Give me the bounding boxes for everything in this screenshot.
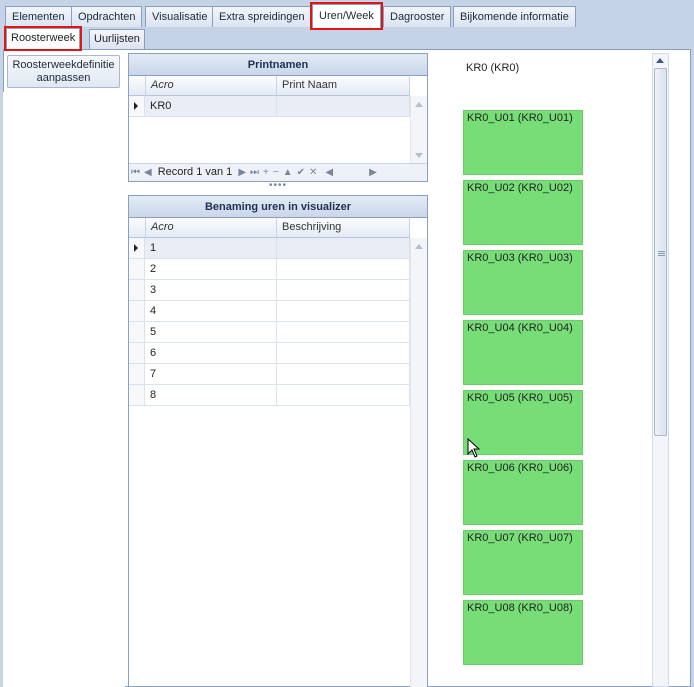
row-indicator	[129, 280, 145, 300]
edit-record-icon[interactable]: ▲	[281, 164, 295, 181]
hour-block-u04[interactable]: KR0_U04 (KR0_U04)	[463, 320, 583, 385]
cell-beschrijving[interactable]	[277, 259, 410, 279]
first-record-icon[interactable]: ⏮	[129, 164, 142, 181]
table-row[interactable]: 1	[129, 238, 410, 259]
table-row[interactable]: 8	[129, 385, 410, 406]
row-indicator	[129, 96, 145, 116]
tab-opdrachten[interactable]: Opdrachten	[71, 6, 143, 27]
column-header-beschrijving[interactable]: Beschrijving	[277, 218, 410, 238]
tab-uren-week[interactable]: Uren/Week	[310, 2, 383, 30]
left-panel	[3, 92, 125, 687]
cell-beschrijving[interactable]	[277, 301, 410, 321]
grip-icon	[658, 251, 665, 252]
hour-block-u01[interactable]: KR0_U01 (KR0_U01)	[463, 110, 583, 175]
hscroll-right-icon[interactable]: ▶	[335, 164, 379, 181]
next-record-icon[interactable]: ▶	[236, 164, 248, 181]
row-indicator	[129, 238, 145, 258]
column-header-acro[interactable]: Acro	[146, 76, 277, 96]
roosterweekdefinitie-aanpassen-button[interactable]: Roosterweekdefinitie aanpassen	[7, 55, 120, 88]
cell-beschrijving[interactable]	[277, 364, 410, 384]
current-row-arrow-icon	[134, 244, 138, 252]
table-row[interactable]: 4	[129, 301, 410, 322]
row-indicator	[129, 364, 145, 384]
hour-block-u03[interactable]: KR0_U03 (KR0_U03)	[463, 250, 583, 315]
scroll-down-icon[interactable]	[415, 153, 423, 158]
row-indicator	[129, 385, 145, 405]
benaming-vscrollbar[interactable]	[410, 238, 427, 687]
scroll-up-icon[interactable]	[415, 244, 423, 249]
cell-acro[interactable]: 1	[145, 238, 277, 258]
table-row[interactable]: 6	[129, 343, 410, 364]
table-row[interactable]: 3	[129, 280, 410, 301]
scroll-up-icon[interactable]	[656, 58, 664, 63]
button-label-line2: aanpassen	[36, 72, 91, 84]
scroll-up-icon[interactable]	[415, 102, 423, 107]
cell-acro[interactable]: 4	[145, 301, 277, 321]
record-position-text: Record 1 van 1	[157, 166, 233, 178]
subtab-roosterweek[interactable]: Roosterweek	[3, 26, 83, 51]
hour-block-u06[interactable]: KR0_U06 (KR0_U06)	[463, 460, 583, 525]
hour-block-u08[interactable]: KR0_U08 (KR0_U08)	[463, 600, 583, 665]
tab-elementen[interactable]: Elementen	[5, 6, 72, 27]
printnamen-grid: Printnamen Acro Print Naam KR0 ⏮ ◀ Record …	[128, 53, 428, 182]
save-record-icon[interactable]: ✔	[295, 164, 307, 181]
scrollbar-thumb[interactable]	[654, 68, 667, 436]
row-indicator-header	[129, 76, 146, 96]
row-indicator	[129, 301, 145, 321]
cell-beschrijving[interactable]	[277, 385, 410, 405]
tab-extra-spreidingen[interactable]: Extra spreidingen	[212, 6, 312, 27]
button-label-line1: Roosterweekdefinitie	[12, 59, 115, 71]
current-row-arrow-icon	[134, 102, 138, 110]
cancel-record-icon[interactable]: ✕	[307, 164, 319, 181]
tab-visualisatie[interactable]: Visualisatie	[145, 6, 215, 27]
splitter-grip[interactable]: ••••	[269, 180, 287, 191]
cell-acro[interactable]: 5	[145, 322, 277, 342]
cell-beschrijving[interactable]	[277, 280, 410, 300]
hour-block-u07[interactable]: KR0_U07 (KR0_U07)	[463, 530, 583, 595]
prev-record-icon[interactable]: ◀	[142, 164, 154, 181]
printnamen-title: Printnamen	[129, 54, 427, 76]
cell-acro[interactable]: 3	[145, 280, 277, 300]
tab-bijkomende-informatie[interactable]: Bijkomende informatie	[453, 6, 576, 27]
row-indicator	[129, 322, 145, 342]
cell-acro[interactable]: 6	[145, 343, 277, 363]
row-indicator-header	[129, 218, 146, 238]
cell-beschrijving[interactable]	[277, 322, 410, 342]
column-header-acro[interactable]: Acro	[146, 218, 277, 238]
cell-beschrijving[interactable]	[277, 238, 410, 258]
cell-acro[interactable]: 2	[145, 259, 277, 279]
cell-print-naam[interactable]	[277, 96, 410, 116]
table-row[interactable]: KR0	[129, 96, 410, 117]
last-record-icon[interactable]: ⏭	[248, 164, 261, 181]
record-navigator: ⏮ ◀ Record 1 van 1 ▶ ⏭ + − ▲ ✔ ✕ ◀ ▶	[129, 163, 427, 181]
visualizer-title: KR0 (KR0)	[466, 62, 520, 74]
cell-acro[interactable]: KR0	[145, 96, 277, 116]
table-row[interactable]: 2	[129, 259, 410, 280]
cell-acro[interactable]: 7	[145, 364, 277, 384]
benaming-grid: Benaming uren in visualizer Acro Beschri…	[128, 195, 428, 687]
delete-record-icon[interactable]: −	[271, 164, 281, 181]
hour-block-u02[interactable]: KR0_U02 (KR0_U02)	[463, 180, 583, 245]
hour-block-u05[interactable]: KR0_U05 (KR0_U05)	[463, 390, 583, 455]
printnamen-vscrollbar[interactable]	[410, 96, 427, 164]
mouse-cursor-icon	[467, 438, 481, 458]
visualizer-vscrollbar[interactable]	[652, 53, 669, 687]
benaming-title: Benaming uren in visualizer	[129, 196, 427, 218]
table-row[interactable]: 7	[129, 364, 410, 385]
column-header-print-naam[interactable]: Print Naam	[277, 76, 410, 96]
add-record-icon[interactable]: +	[261, 164, 271, 181]
cell-beschrijving[interactable]	[277, 343, 410, 363]
row-indicator	[129, 259, 145, 279]
hscroll-left-icon[interactable]: ◀	[319, 164, 335, 181]
cell-acro[interactable]: 8	[145, 385, 277, 405]
subtab-uurlijsten[interactable]: Uurlijsten	[89, 29, 145, 49]
tab-dagrooster[interactable]: Dagrooster	[383, 6, 452, 27]
row-indicator	[129, 343, 145, 363]
table-row[interactable]: 5	[129, 322, 410, 343]
